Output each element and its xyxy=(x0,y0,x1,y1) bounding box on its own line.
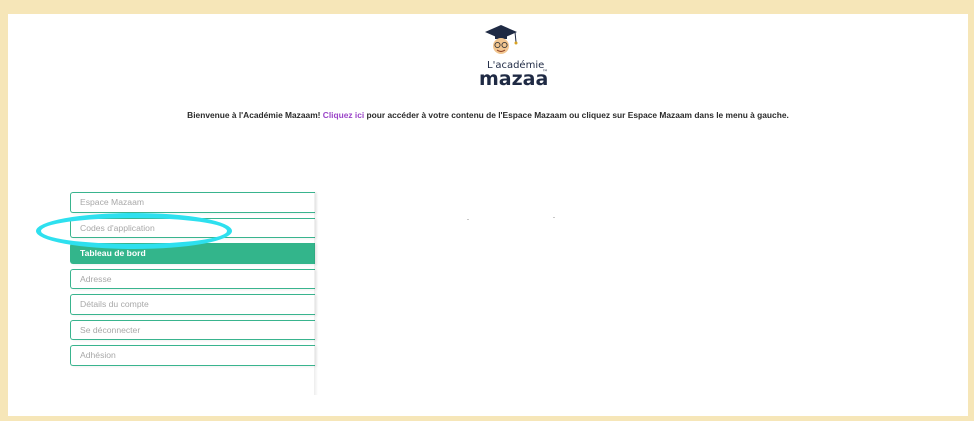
nav-item-tableau-de-bord[interactable]: Tableau de bord xyxy=(70,243,315,264)
click-here-link[interactable]: Cliquez ici xyxy=(323,110,364,120)
page-container: L'académie mazaam ™ Bienvenue à l'Académ… xyxy=(8,14,968,416)
nav-shadow-divider xyxy=(314,192,318,395)
nav-item-codes-application[interactable]: Codes d'application xyxy=(70,217,315,238)
decorative-dot xyxy=(553,217,555,218)
academie-mazaam-logo[interactable]: L'académie mazaam ™ xyxy=(445,22,549,92)
welcome-message: Bienvenue à l'Académie Mazaam! Cliquez i… xyxy=(8,110,968,120)
nav-item-se-deconnecter[interactable]: Se déconnecter xyxy=(70,319,315,340)
nav-item-adresse[interactable]: Adresse xyxy=(70,268,315,289)
svg-text:mazaam: mazaam xyxy=(479,68,549,90)
decorative-dot xyxy=(467,219,469,220)
nav-item-adhesion[interactable]: Adhésion xyxy=(70,345,315,366)
svg-text:™: ™ xyxy=(542,69,548,76)
nav-item-espace-mazaam[interactable]: Espace Mazaam xyxy=(70,192,315,213)
account-navigation: Espace Mazaam Codes d'application Tablea… xyxy=(70,192,315,371)
nav-item-details-compte[interactable]: Détails du compte xyxy=(70,294,315,315)
welcome-text-after: pour accéder à votre contenu de l'Espace… xyxy=(364,110,789,120)
welcome-text-before: Bienvenue à l'Académie Mazaam! xyxy=(187,110,323,120)
